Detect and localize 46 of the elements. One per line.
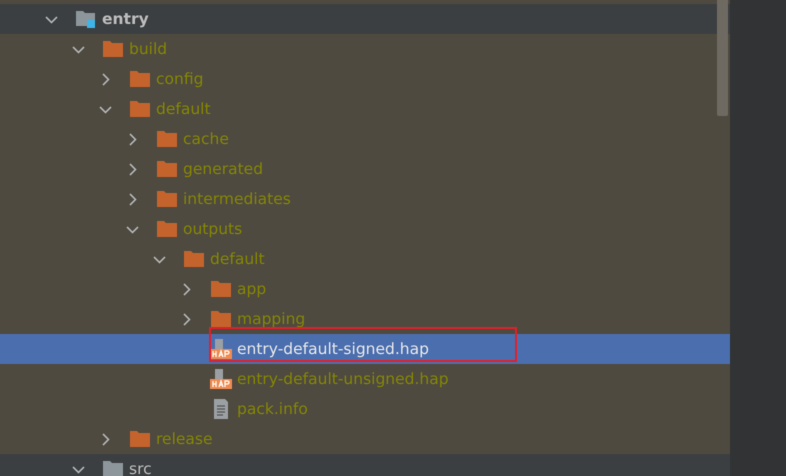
hap-file-icon bbox=[210, 369, 232, 389]
folder-icon bbox=[156, 219, 178, 239]
file-name: app bbox=[237, 280, 266, 298]
file-name: generated bbox=[183, 160, 264, 178]
folder-icon bbox=[129, 99, 151, 119]
scrollbar-thumb[interactable] bbox=[717, 0, 728, 116]
file-name: default bbox=[210, 250, 265, 268]
folder-icon bbox=[156, 159, 178, 179]
tree-row[interactable]: config bbox=[0, 64, 730, 94]
module-folder-icon bbox=[75, 9, 97, 29]
folder-icon bbox=[129, 429, 151, 449]
folder-icon bbox=[210, 309, 232, 329]
folder-icon bbox=[183, 249, 205, 269]
file-name: src bbox=[129, 460, 152, 476]
tree-row[interactable]: app bbox=[0, 274, 730, 304]
file-name: default bbox=[156, 100, 211, 118]
file-name: intermediates bbox=[183, 190, 291, 208]
folder-icon bbox=[156, 129, 178, 149]
tree-row[interactable]: mapping bbox=[0, 304, 730, 334]
file-name: cache bbox=[183, 130, 229, 148]
tree-row[interactable]: release bbox=[0, 424, 730, 454]
file-name: build bbox=[129, 40, 168, 58]
tree-row[interactable]: build bbox=[0, 34, 730, 64]
tree-row[interactable]: pack.info bbox=[0, 394, 730, 424]
file-name: outputs bbox=[183, 220, 242, 238]
file-name: entry-default-signed.hap bbox=[237, 340, 429, 358]
folder-icon bbox=[102, 39, 124, 59]
selected-tree-row[interactable]: entry-default-signed.hap bbox=[0, 334, 730, 364]
file-name: mapping bbox=[237, 310, 306, 328]
tree-row[interactable]: cache bbox=[0, 124, 730, 154]
hap-file-icon bbox=[210, 339, 232, 359]
folder-icon bbox=[210, 279, 232, 299]
tree-row[interactable]: entry-default-unsigned.hap bbox=[0, 364, 730, 394]
tree-row[interactable]: generated bbox=[0, 154, 730, 184]
folder-icon bbox=[129, 69, 151, 89]
file-name: pack.info bbox=[237, 400, 308, 418]
file-name: entry-default-unsigned.hap bbox=[237, 370, 449, 388]
tree-row[interactable]: outputs bbox=[0, 214, 730, 244]
tree-row[interactable]: default bbox=[0, 244, 730, 274]
file-name: entry bbox=[102, 10, 149, 28]
folder-icon bbox=[102, 459, 124, 476]
folder-icon bbox=[156, 189, 178, 209]
tree-row[interactable]: default bbox=[0, 94, 730, 124]
file-name: release bbox=[156, 430, 213, 448]
file-name: config bbox=[156, 70, 204, 88]
tree-row[interactable]: intermediates bbox=[0, 184, 730, 214]
